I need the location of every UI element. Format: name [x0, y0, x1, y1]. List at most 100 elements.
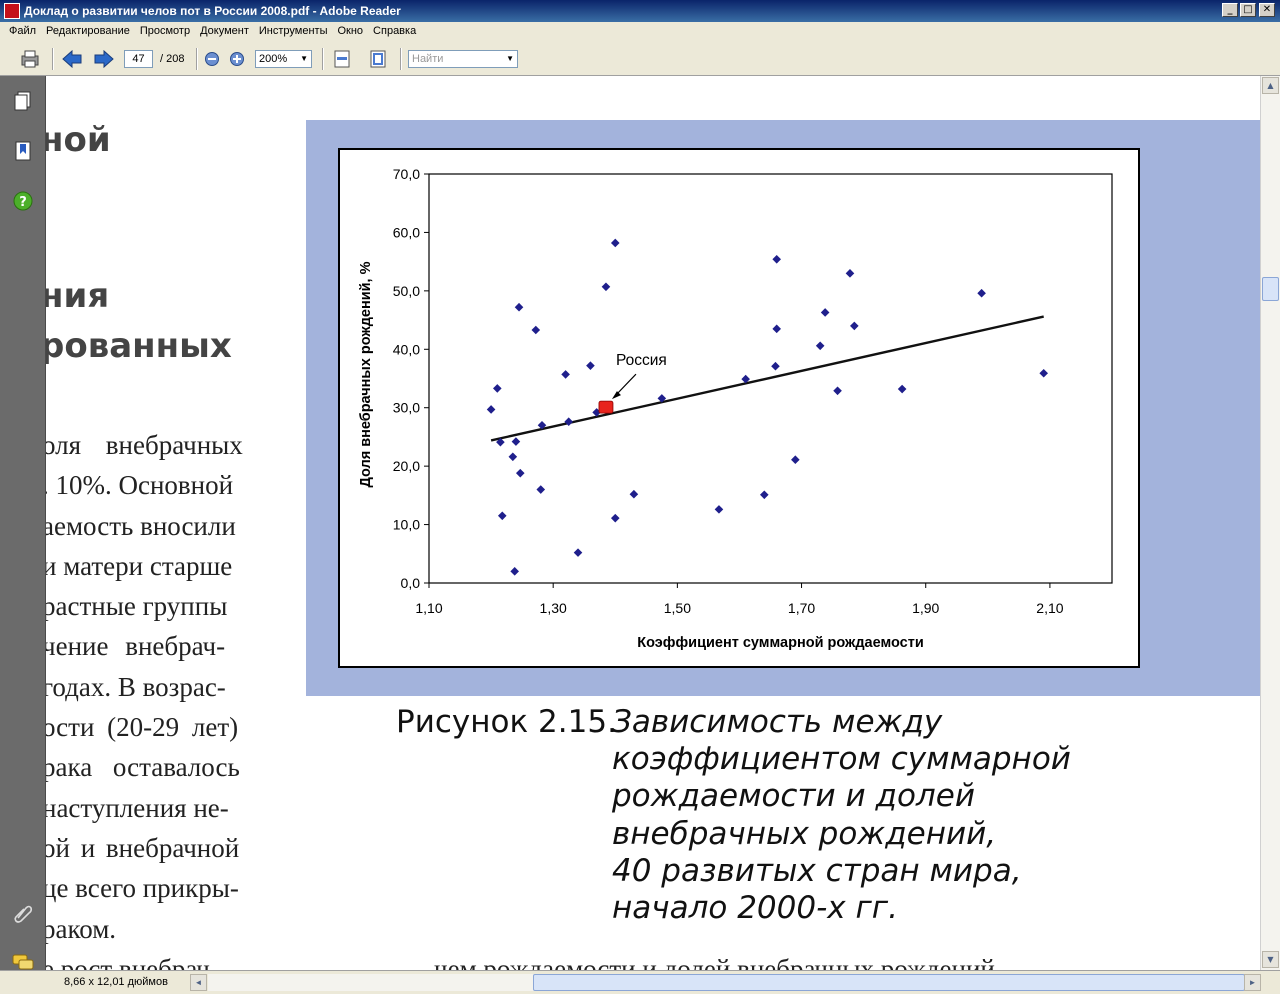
menu-view[interactable]: Просмотр [135, 22, 195, 40]
highlight-label: Россия [616, 352, 667, 369]
bookmarks-panel-button[interactable] [12, 140, 34, 162]
status-bar: 8,66 x 12,01 дюймов ◄ ► [0, 970, 1280, 994]
horizontal-scroll-track[interactable] [208, 974, 1245, 991]
arrow-left-icon [62, 50, 82, 68]
toolbar-separator [52, 48, 54, 70]
x-tick-label: 1,50 [664, 600, 691, 616]
y-tick-label: 20,0 [393, 458, 420, 474]
vertical-scroll-thumb[interactable] [1262, 277, 1279, 301]
arrow-down-icon: ▼ [1267, 955, 1274, 964]
help-button[interactable]: ? [12, 190, 34, 212]
y-tick-label: 30,0 [393, 400, 420, 416]
y-tick-label: 60,0 [393, 224, 420, 240]
zoom-in-button[interactable] [225, 47, 249, 71]
figure-caption-line: начало 2000-х гг. [612, 889, 898, 926]
toolbar-separator [322, 48, 324, 70]
menu-bar: Файл Редактирование Просмотр Документ Инстру… [0, 22, 1280, 42]
body-line: наступления не- [46, 792, 229, 823]
scroll-up-button[interactable]: ▲ [1262, 77, 1279, 94]
page-number-input[interactable]: 47 [124, 50, 153, 68]
figure-caption-line: 40 развитых стран мира, [612, 852, 1022, 889]
zoom-out-icon [205, 52, 219, 66]
toolbar-separator [400, 48, 402, 70]
printer-icon [21, 50, 39, 68]
body-line: оля внебрачных [46, 430, 243, 460]
y-tick-label: 70,0 [393, 166, 420, 182]
arrow-up-icon: ▲ [1267, 81, 1274, 90]
fit-width-button[interactable] [330, 47, 354, 71]
body-line: аемость вносили [46, 510, 236, 541]
y-tick-label: 10,0 [393, 517, 420, 533]
scroll-right-button[interactable]: ► [1244, 974, 1261, 991]
bookmark-icon [15, 141, 31, 161]
x-tick-label: 1,10 [415, 600, 442, 616]
x-tick-label: 2,10 [1036, 600, 1063, 616]
menu-window[interactable]: Окно [332, 22, 368, 40]
next-page-button[interactable] [92, 47, 116, 71]
figure-caption-line: рождаемости и долей [612, 778, 975, 815]
title-bar: Доклад о развитии челов пот в России 200… [0, 0, 1280, 22]
figure-chart-frame: 0,0 10,0 20,0 30,0 40,0 50,0 60,0 70,0 1,10 1,30 1… [338, 148, 1140, 668]
menu-file[interactable]: Файл [0, 22, 41, 40]
maximize-button[interactable]: □ [1240, 3, 1256, 17]
body-line: чение внебрач- [46, 631, 226, 662]
y-axis-label: Доля внебрачных рождений, % [358, 261, 374, 487]
body-line: рака оставалось [46, 752, 240, 783]
window-title: Доклад о развитии челов пот в России 200… [24, 4, 401, 18]
figure-caption-line: Зависимость между [612, 704, 943, 740]
figure-caption-line: коэффициентом суммарной [612, 741, 1071, 778]
close-button[interactable]: ✕ [1259, 3, 1275, 17]
x-tick-label: 1,90 [912, 600, 939, 616]
attachments-button[interactable] [12, 902, 34, 924]
x-axis-label: Коэффициент суммарной рождаемости [637, 635, 924, 651]
document-page: ной ния рованных оля внебрачных . 10%. О… [46, 76, 1260, 970]
search-input[interactable]: Найти ▼ [408, 50, 518, 68]
highlight-point [598, 400, 614, 414]
menu-tools[interactable]: Инструменты [254, 22, 333, 40]
chevron-down-icon: ▼ [300, 54, 308, 63]
body-line: раком. [46, 913, 117, 944]
x-tick-label: 1,30 [540, 600, 567, 616]
adobe-reader-icon [4, 3, 20, 19]
fit-page-button[interactable] [366, 47, 390, 71]
navigation-pane: ? [0, 76, 46, 970]
body-line: годах. В возрас- [46, 671, 226, 702]
body-line: растные группы [46, 591, 228, 622]
paperclip-icon [14, 905, 33, 923]
zoom-out-button[interactable] [200, 47, 224, 71]
zoom-select[interactable]: 200% ▼ [255, 50, 312, 68]
page-size-label: 8,66 x 12,01 дюймов [64, 976, 168, 988]
previous-page-button[interactable] [60, 47, 84, 71]
fit-page-icon [370, 50, 386, 68]
svg-text:?: ? [19, 195, 27, 210]
figure-caption-label: Рисунок 2.15. [396, 704, 617, 740]
y-tick-label: 50,0 [393, 283, 420, 299]
menu-edit[interactable]: Редактирование [41, 22, 135, 40]
arrow-right-icon: ► [1248, 978, 1257, 987]
subsection-heading-line1: ния [46, 276, 110, 316]
toolbar-separator [196, 48, 198, 70]
menu-document[interactable]: Документ [195, 22, 254, 40]
print-button[interactable] [18, 47, 42, 71]
y-tick-label: 0,0 [401, 575, 421, 591]
fit-width-icon [334, 50, 350, 68]
horizontal-scroll-thumb[interactable] [533, 974, 1245, 991]
body-line: ой и внебрачной [46, 832, 240, 863]
zoom-in-icon [230, 52, 244, 66]
minimize-button[interactable]: _ [1222, 3, 1238, 17]
arrow-right-icon [94, 50, 114, 68]
vertical-scrollbar[interactable]: ▲ ▼ [1260, 76, 1280, 970]
x-tick-label: 1,70 [788, 600, 815, 616]
toolbar: 47 / 208 200% ▼ Найти ▼ [0, 42, 1280, 76]
body-paragraph: оля внебрачных . 10%. Основной аемость в… [46, 430, 272, 970]
zoom-value: 200% [259, 53, 288, 65]
figure-caption: Зависимость между коэффициентом суммарно… [612, 704, 1071, 927]
help-icon: ? [13, 191, 33, 211]
scroll-down-button[interactable]: ▼ [1262, 951, 1279, 968]
page-total-label: / 208 [160, 53, 185, 65]
pages-panel-button[interactable] [12, 90, 34, 112]
scroll-left-button[interactable]: ◄ [190, 974, 207, 991]
menu-help[interactable]: Справка [368, 22, 421, 40]
subsection-heading-line2: рованных [46, 326, 232, 366]
y-tick-label: 40,0 [393, 341, 420, 357]
